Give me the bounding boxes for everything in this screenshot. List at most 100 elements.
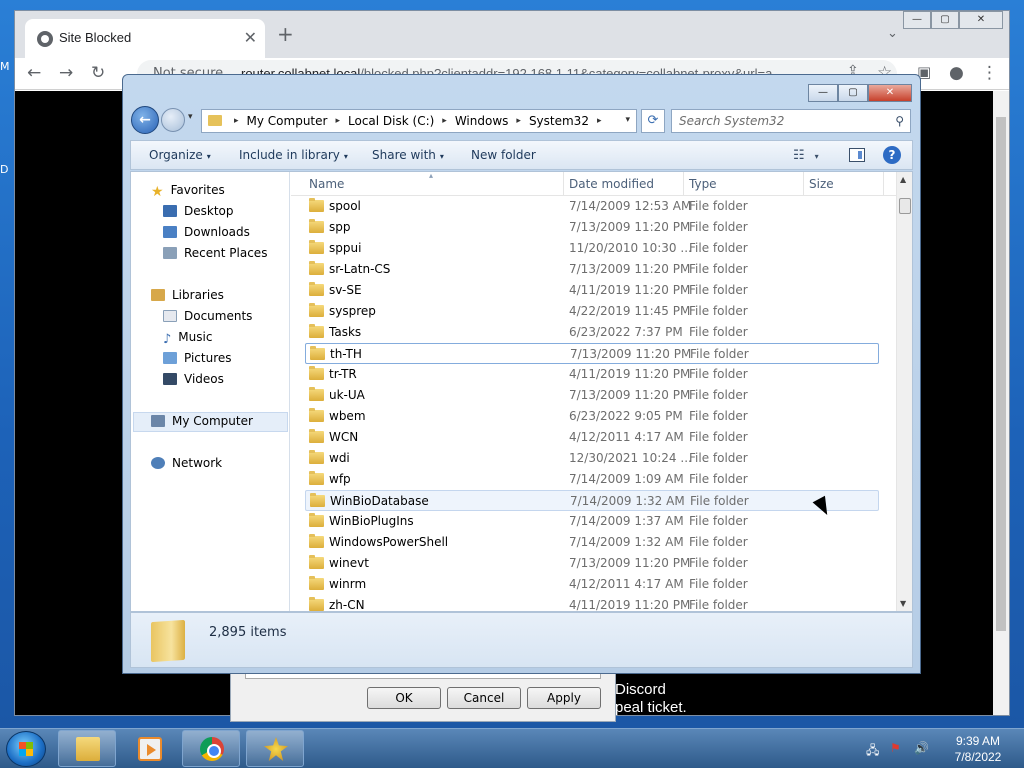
nav-my-computer[interactable]: My Computer [151,414,253,428]
nav-music[interactable]: ♪ Music [163,330,212,347]
nav-desktop[interactable]: Desktop [163,204,234,218]
scroll-up-icon[interactable]: ▲ [900,175,906,184]
forward-button[interactable] [161,108,185,132]
star-icon: ★ [151,184,164,200]
tab-close-icon[interactable]: ✕ [244,28,257,47]
menu-icon[interactable]: ⋮ [981,63,998,83]
tab-search-icon[interactable]: ⌄ [887,26,898,41]
table-row[interactable]: sv-SE 4/11/2019 11:20 PM File folder [305,280,879,301]
nav-network[interactable]: Network [151,456,222,470]
taskbar-app[interactable] [246,730,304,767]
ok-button[interactable]: OK [367,687,441,709]
organize-button[interactable]: Organize ▾ [149,148,211,162]
minimize-button[interactable]: — [808,84,838,102]
table-row[interactable]: sppui 11/20/2010 10:30 ... File folder [305,238,879,259]
address-dropdown-icon[interactable]: ▾ [625,115,630,125]
table-row[interactable]: winevt 7/13/2009 11:20 PM File folder [305,553,879,574]
table-row[interactable]: th-TH 7/13/2009 11:20 PM File folder [305,343,879,364]
breadcrumb-separator[interactable]: ▸ [516,114,521,128]
table-row[interactable]: zh-CN 4/11/2019 11:20 PM File folder [305,595,879,611]
table-row[interactable]: WinBioPlugIns 7/14/2009 1:37 AM File folde… [305,511,879,532]
nav-recent-places[interactable]: Recent Places [163,246,267,260]
network-icon[interactable]: 🖧 [866,741,880,757]
close-button[interactable]: ✕ [959,11,1003,29]
address-bar[interactable]: ▸ My Computer ▸ Local Disk (C:) ▸ Window… [201,109,637,133]
taskbar-explorer[interactable] [58,730,116,767]
file-type: File folder [690,494,749,508]
apply-button[interactable]: Apply [527,687,601,709]
column-divider[interactable] [563,172,564,196]
forward-icon[interactable]: → [59,63,73,83]
column-divider[interactable] [883,172,884,196]
scroll-down-icon[interactable]: ▼ [900,599,906,608]
column-header-size[interactable]: Size [809,177,834,191]
table-row[interactable]: sr-Latn-CS 7/13/2009 11:20 PM File folder [305,259,879,280]
table-row[interactable]: Tasks 6/23/2022 7:37 PM File folder [305,322,879,343]
nav-pictures[interactable]: Pictures [163,351,232,365]
volume-icon[interactable]: 🔊 [914,741,929,755]
table-row[interactable]: wdi 12/30/2021 10:24 ... File folder [305,448,879,469]
breadcrumb-system32[interactable]: System32 [529,114,589,128]
column-divider[interactable] [683,172,684,196]
profile-icon[interactable]: ● [949,63,964,83]
table-row[interactable]: WCN 4/12/2011 4:17 AM File folder [305,427,879,448]
breadcrumb-separator[interactable]: ▸ [335,114,340,128]
nav-label: Recent Places [184,246,268,260]
breadcrumb-local-disk[interactable]: Local Disk (C:) [348,114,434,128]
table-row[interactable]: wfp 7/14/2009 1:09 AM File folder [305,469,879,490]
include-in-library-button[interactable]: Include in library ▾ [239,148,348,162]
table-row[interactable]: spool 7/14/2009 12:53 AM File folder [305,196,879,217]
new-folder-button[interactable]: New folder [471,148,536,162]
clock[interactable]: 9:39 AM 7/8/2022 [940,733,1016,765]
recent-pages-dropdown[interactable]: ▾ [188,112,193,122]
change-view-icon[interactable]: ☷ ▾ [793,148,819,163]
file-list-scrollbar[interactable]: ▲ ▼ [896,172,912,611]
nav-videos[interactable]: Videos [163,372,224,386]
breadcrumb-windows[interactable]: Windows [455,114,509,128]
table-row[interactable]: sysprep 4/22/2019 11:45 PM File folder [305,301,879,322]
help-icon[interactable]: ? [883,146,901,164]
taskbar-media-player[interactable] [120,730,178,767]
back-button[interactable]: ← [131,106,159,134]
maximize-button[interactable]: ▢ [931,11,959,29]
search-icon[interactable]: ⚲ [895,114,904,128]
breadcrumb-separator[interactable]: ▸ [442,114,447,128]
maximize-button[interactable]: ▢ [838,84,868,102]
start-button[interactable] [6,731,46,767]
close-button[interactable]: ✕ [868,84,912,102]
table-row[interactable]: uk-UA 7/13/2009 11:20 PM File folder [305,385,879,406]
column-header-name[interactable]: Name [309,177,344,191]
breadcrumb-separator[interactable]: ▸ [234,114,239,128]
taskbar-chrome[interactable] [182,730,240,767]
tab-site-blocked[interactable]: Site Blocked ✕ [25,19,265,58]
column-divider[interactable] [803,172,804,196]
table-row[interactable]: WindowsPowerShell 7/14/2009 1:32 AM File f… [305,532,879,553]
breadcrumb-separator[interactable]: ▸ [597,114,602,128]
back-icon[interactable]: ← [27,63,41,83]
cancel-button[interactable]: Cancel [447,687,521,709]
breadcrumb-my-computer[interactable]: My Computer [247,114,328,128]
action-center-flag-icon[interactable]: ⚑ [890,741,904,755]
search-input[interactable]: Search System32 ⚲ [671,109,911,133]
table-row[interactable]: spp 7/13/2009 11:20 PM File folder [305,217,879,238]
column-header-type[interactable]: Type [689,177,717,191]
share-with-button[interactable]: Share with ▾ [372,148,444,162]
scrollbar-thumb[interactable] [899,198,911,214]
nav-downloads[interactable]: Downloads [163,225,250,239]
column-header-date-modified[interactable]: Date modified [569,177,654,191]
page-scrollbar[interactable] [993,91,1009,715]
table-row[interactable]: wbem 6/23/2022 9:05 PM File folder [305,406,879,427]
preview-pane-icon[interactable] [849,148,865,162]
nav-documents[interactable]: Documents [163,309,252,323]
table-row[interactable]: tr-TR 4/11/2019 11:20 PM File folder [305,364,879,385]
new-tab-button[interactable]: + [277,24,294,44]
nav-libraries[interactable]: Libraries [151,288,224,302]
table-row[interactable]: WinBioDatabase 7/14/2009 1:32 AM File fold… [305,490,879,511]
refresh-button[interactable]: ⟳ [641,109,665,133]
table-row[interactable]: winrm 4/12/2011 4:17 AM File folder [305,574,879,595]
reload-icon[interactable]: ↻ [91,63,105,83]
minimize-button[interactable]: — [903,11,931,29]
nav-favorites[interactable]: ★ Favorites [151,183,225,200]
scrollbar-thumb[interactable] [996,117,1006,631]
tab-title: Site Blocked [59,30,132,45]
